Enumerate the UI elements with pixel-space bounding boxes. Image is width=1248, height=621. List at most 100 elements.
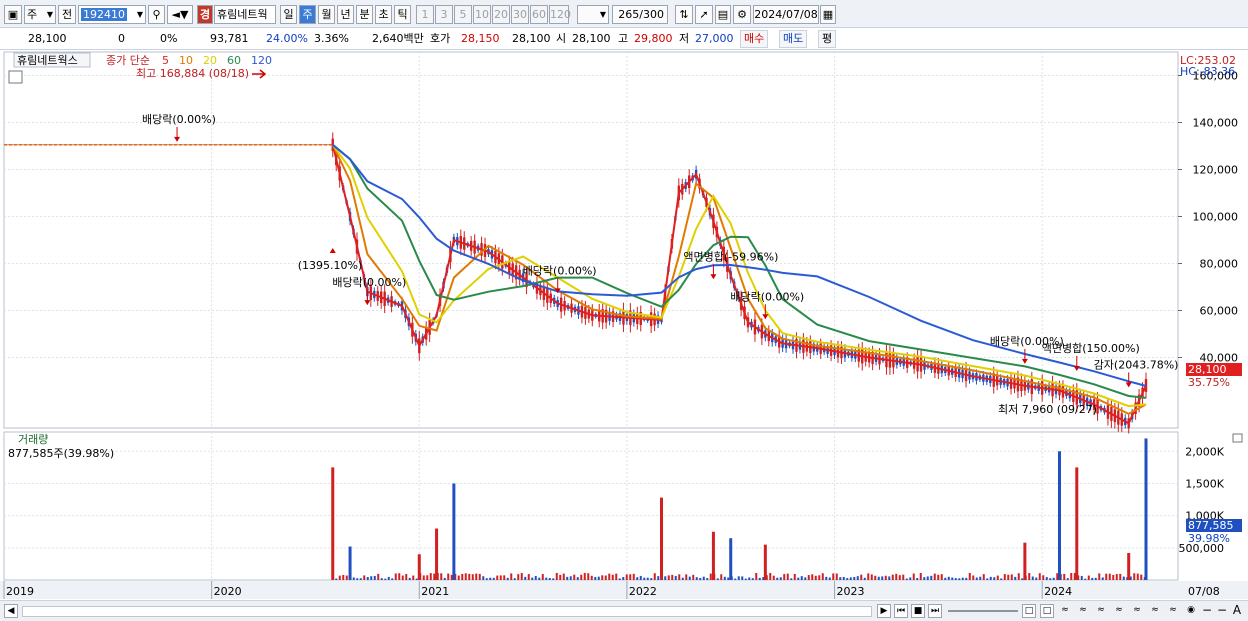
volume-bar (1091, 577, 1094, 580)
annotation-label: 감자(2043.78%) (1094, 358, 1179, 371)
volume-bar (545, 577, 548, 580)
tab-0[interactable]: 일 (280, 5, 297, 24)
tab-5[interactable]: 초 (375, 5, 392, 24)
scroll-left-icon[interactable]: ◀ (4, 604, 18, 618)
search-icon[interactable]: ⚲ (148, 5, 165, 24)
speaker-icon[interactable]: ◄▼ (167, 5, 193, 24)
tool-icon[interactable]: ≈ (1112, 604, 1126, 618)
volume-bar (1070, 573, 1073, 580)
period-type-select[interactable]: 주 ▼ (24, 5, 56, 24)
volume-bar (342, 574, 345, 580)
volume-bar (380, 578, 383, 580)
calendar-icon[interactable]: ▦ (820, 5, 836, 24)
volume-bar (1035, 577, 1038, 580)
tool-icon[interactable]: ≈ (1148, 604, 1162, 618)
tool-icon[interactable]: ≈ (1130, 604, 1144, 618)
tool-icon[interactable]: ≈ (1058, 604, 1072, 618)
x-tick-label: 2024 (1044, 585, 1072, 598)
open-label: 시 (556, 32, 567, 45)
legend-type: 종가 단순 (106, 54, 150, 67)
volume-bar (804, 577, 807, 580)
compare-icon[interactable]: ⇅ (675, 5, 693, 24)
pin-icon[interactable]: ◉ (1184, 604, 1198, 618)
draw-icon[interactable]: ➚ (695, 5, 713, 24)
volume-bar (905, 578, 908, 580)
interval-30[interactable]: 30 (511, 5, 529, 24)
calc-icon[interactable] (8, 70, 23, 84)
tab-6[interactable]: 틱 (394, 5, 411, 24)
font-icon[interactable]: A (1230, 604, 1244, 618)
volume-bar (979, 576, 982, 580)
volume-bar (807, 575, 810, 580)
interval-60[interactable]: 60 (530, 5, 548, 24)
tool-icon[interactable]: ≈ (1166, 604, 1180, 618)
window-icon[interactable]: ▣ (4, 5, 22, 24)
volume-bar (902, 574, 905, 580)
volume-bar (412, 575, 415, 580)
ma-legend-60: 60 (227, 54, 241, 67)
volume-bar (1045, 577, 1048, 580)
volume-bar (510, 573, 513, 580)
tab-1[interactable]: 주 (299, 5, 316, 24)
code-input[interactable]: 192410 ▼ (78, 5, 146, 24)
volume-bar (706, 578, 709, 580)
gear-icon[interactable]: ⚙ (733, 5, 751, 24)
volume-bar (363, 575, 366, 580)
scroll-right-icon[interactable]: ▶ (877, 604, 891, 618)
flat-button[interactable]: 평 (818, 30, 837, 48)
tool-icon[interactable]: ≈ (1076, 604, 1090, 618)
volume-bar (639, 575, 642, 580)
volume-note: 877,585주(39.98%) (8, 447, 114, 460)
volume-bar (594, 576, 597, 580)
volume-bar (356, 578, 359, 580)
zoom-slider[interactable] (948, 610, 1018, 612)
ask-label: 호가 (430, 32, 451, 45)
prev-button[interactable]: 전 (58, 5, 76, 24)
volume-bar (1108, 573, 1111, 580)
stop-icon[interactable]: ■ (911, 604, 925, 618)
high-note: 최고 168,884 (08/18) (136, 67, 249, 80)
interval-dropdown[interactable]: ▼ (577, 5, 609, 24)
count-field[interactable]: 265/300 (612, 5, 668, 24)
stock-badge: 경 (197, 5, 213, 24)
minus-icon[interactable]: − (1200, 604, 1214, 618)
interval-3[interactable]: 3 (435, 5, 453, 24)
volume-bar (685, 574, 688, 580)
volume-bar (422, 575, 425, 580)
change-pct: 0% (160, 32, 178, 45)
tab-3[interactable]: 년 (337, 5, 354, 24)
low-note: 최저 7,960 (09/27) (998, 403, 1097, 416)
volume-bar (650, 578, 653, 580)
interval-120[interactable]: 120 (549, 5, 571, 24)
volume-bar (797, 577, 800, 580)
rewind-icon[interactable]: ⏮ (894, 604, 908, 618)
forward-icon[interactable]: ⏭ (928, 604, 942, 618)
scroll-bar[interactable]: ◀ ▶ ⏮ ■ ⏭ □ □ ≈ ≈ ≈ ≈ ≈ ≈ ≈ ◉ − − A (0, 600, 1248, 621)
volume-bar (744, 578, 747, 580)
close-icon[interactable] (1232, 433, 1243, 443)
volume-bar (944, 577, 947, 580)
tab-4[interactable]: 분 (356, 5, 373, 24)
interval-1[interactable]: 1 (416, 5, 434, 24)
volume-bar (790, 578, 793, 580)
zoom-out-icon[interactable]: □ (1022, 604, 1036, 618)
buy-button[interactable]: 매수 (740, 30, 769, 48)
volume-bar (968, 572, 971, 580)
interval-20[interactable]: 20 (492, 5, 510, 24)
tool-icon[interactable]: ≈ (1094, 604, 1108, 618)
volume-bar (811, 574, 814, 580)
interval-10[interactable]: 10 (473, 5, 491, 24)
date-field[interactable]: 2024/07/08 (753, 5, 819, 24)
volume-bar (1105, 573, 1108, 580)
save-icon[interactable]: ▤ (715, 5, 731, 24)
minus-icon[interactable]: − (1215, 604, 1229, 618)
interval-5[interactable]: 5 (454, 5, 472, 24)
volume-bar (884, 575, 887, 580)
zoom-fit-icon[interactable]: □ (1040, 604, 1054, 618)
sell-button[interactable]: 매도 (779, 30, 808, 48)
tab-2[interactable]: 월 (318, 5, 335, 24)
volume-bar (909, 577, 912, 580)
y-tick-label: 60,000 (1200, 305, 1239, 318)
volume-bar (1119, 573, 1122, 580)
scroll-track[interactable] (22, 606, 872, 617)
